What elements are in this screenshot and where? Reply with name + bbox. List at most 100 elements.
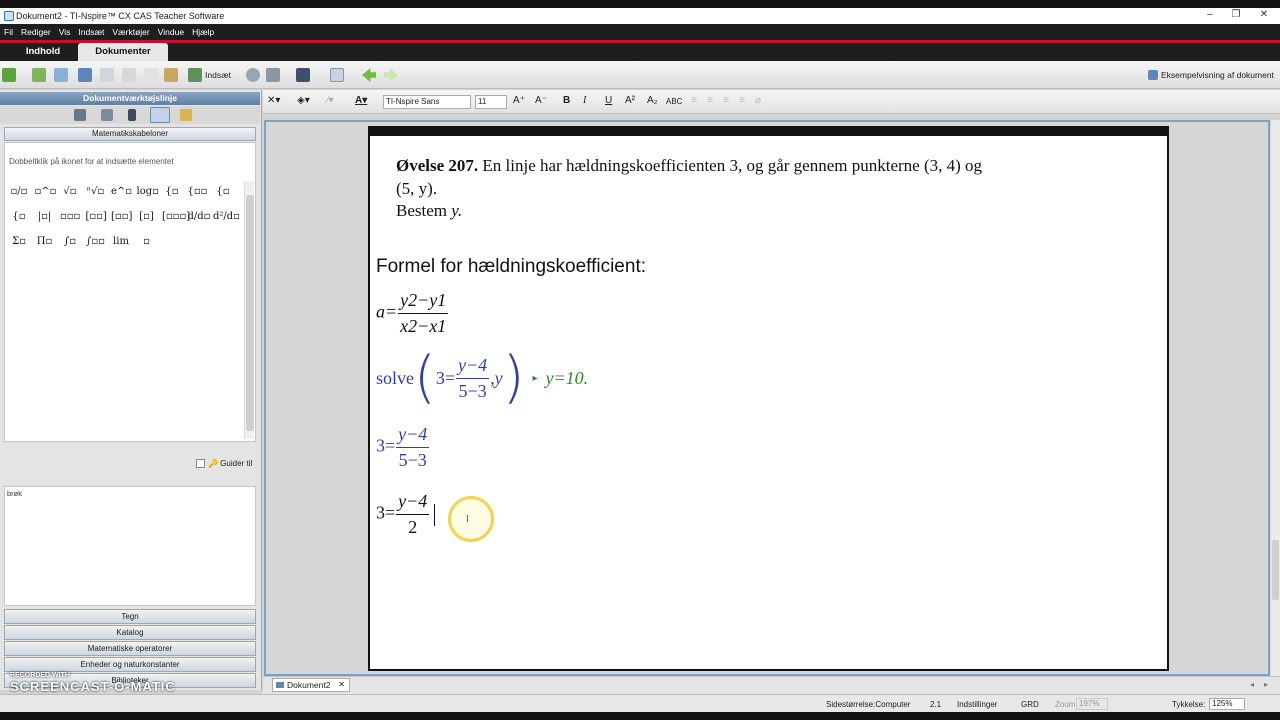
layout-icon[interactable]: [330, 68, 344, 82]
grow-font-icon[interactable]: A⁺: [513, 95, 525, 106]
template-icon[interactable]: [▫▫▫]: [162, 208, 190, 226]
template-icon[interactable]: ⁿ√▫: [86, 183, 106, 201]
template-icon[interactable]: Σ▫: [9, 233, 29, 251]
insert-label[interactable]: Indsæt: [205, 70, 231, 80]
text-color-icon[interactable]: A▾: [355, 95, 367, 106]
line-color-icon[interactable]: ⁄▾: [327, 95, 334, 106]
accordion-math-operators[interactable]: Matematiske operatorer: [4, 641, 256, 656]
insert-icon[interactable]: [188, 68, 202, 82]
close-button[interactable]: ✕: [1254, 9, 1274, 23]
preview-document-button[interactable]: Eksempelvisning af dokument: [1161, 70, 1274, 80]
bold-button[interactable]: B: [563, 95, 570, 106]
cut-icon[interactable]: [122, 68, 136, 82]
shrink-font-icon[interactable]: A⁻: [535, 95, 547, 106]
close-tab-icon[interactable]: ✕: [338, 679, 345, 691]
template-icon[interactable]: [▫▫]: [111, 208, 132, 226]
align-center-icon[interactable]: ≡: [707, 95, 713, 106]
document-scrollbar[interactable]: [1271, 120, 1280, 676]
save-icon[interactable]: [54, 68, 68, 82]
menu-rediger[interactable]: Rediger: [21, 27, 51, 37]
template-icon[interactable]: {▫: [9, 208, 29, 226]
template-icon[interactable]: ∫▫▫: [86, 233, 106, 251]
document-tab[interactable]: Dokument2 ✕: [272, 678, 350, 692]
template-icon[interactable]: {▫: [213, 183, 233, 201]
utilities-icon[interactable]: [150, 107, 170, 123]
template-icon[interactable]: Π▫: [35, 233, 55, 251]
template-icon[interactable]: √▫: [60, 183, 80, 201]
open-document-icon[interactable]: [32, 68, 46, 82]
font-select[interactable]: TI-Nspire Sans: [383, 95, 471, 109]
accordion-tegn[interactable]: Tegn: [4, 609, 256, 624]
menu-vindue[interactable]: Vindue: [158, 27, 184, 37]
redo-icon[interactable]: [100, 68, 114, 82]
justify-icon[interactable]: ≡: [739, 95, 745, 106]
thickness-select[interactable]: 125%: [1209, 698, 1246, 710]
template-icon[interactable]: [▫▫]: [86, 208, 107, 226]
template-icon[interactable]: d/d▫: [188, 208, 211, 226]
calculator-icon[interactable]: [246, 68, 260, 82]
settings-status[interactable]: Indstillinger: [957, 700, 997, 709]
forward-arrow-icon[interactable]: [384, 68, 398, 82]
menu-hjaelp[interactable]: Hjælp: [192, 27, 214, 37]
template-icon[interactable]: ∫▫: [60, 233, 80, 251]
template-icon[interactable]: ▫/▫: [9, 183, 29, 201]
maximize-button[interactable]: ❐: [1226, 9, 1246, 23]
screen-capture-icon[interactable]: [266, 68, 280, 82]
menu-indsaet[interactable]: Indsæt: [78, 27, 104, 37]
tools-dropdown-icon[interactable]: ✕▾: [267, 95, 280, 106]
paste-icon[interactable]: [164, 68, 178, 82]
template-icon[interactable]: ▫: [137, 233, 157, 251]
accordion-katalog[interactable]: Katalog: [4, 625, 256, 640]
guides-checkbox[interactable]: [196, 459, 205, 469]
tab-scroll-left-icon[interactable]: ◂: [1250, 680, 1254, 689]
fill-color-icon[interactable]: ◈▾: [297, 95, 310, 106]
page-sorter-icon[interactable]: [101, 109, 113, 121]
undo-icon[interactable]: [78, 68, 92, 82]
guides-toggle[interactable]: 🔑 Guider til: [196, 459, 252, 469]
template-icon[interactable]: log▫: [137, 183, 159, 201]
tab-scroll-right-icon[interactable]: ▸: [1264, 680, 1268, 689]
subscript-icon[interactable]: A₂: [647, 95, 658, 106]
app-icon: [4, 11, 14, 21]
underline-button[interactable]: U: [605, 95, 612, 106]
zoom-select[interactable]: 197%: [1076, 698, 1109, 710]
solve-expression[interactable]: solve ( 3= y−4 5−3 ,y ) ▸ y=10.: [376, 350, 588, 406]
font-size-select[interactable]: 11: [475, 95, 507, 109]
accordion-units[interactable]: Enheder og naturkonstanter: [4, 657, 256, 672]
tools-icon[interactable]: [74, 109, 86, 121]
transfer-icon[interactable]: [296, 68, 310, 82]
content-explorer-icon[interactable]: [180, 109, 192, 121]
handheld-icon[interactable]: [128, 109, 136, 121]
align-right-icon[interactable]: ≡: [723, 95, 729, 106]
math-templates-header[interactable]: Matematikskabeloner: [4, 127, 256, 141]
templates-scrollbar[interactable]: [244, 181, 254, 439]
template-icon[interactable]: [▫]: [137, 208, 157, 226]
caps-button[interactable]: ABC: [666, 97, 682, 106]
template-icon[interactable]: lim: [111, 233, 131, 251]
back-arrow-icon[interactable]: [362, 68, 376, 82]
menu-vis[interactable]: Vis: [59, 27, 71, 37]
equation-1[interactable]: 3= y−4 5−3: [376, 424, 430, 471]
tab-indhold[interactable]: Indhold: [12, 43, 74, 61]
menu-vaerktoejer[interactable]: Værktøjer: [112, 27, 149, 37]
tab-dokumenter[interactable]: Dokumenter: [78, 43, 168, 61]
eq1-numerator: y−4: [396, 424, 430, 448]
template-icon[interactable]: ▫^▫: [35, 183, 57, 201]
template-icon[interactable]: {▫: [162, 183, 182, 201]
eraser-icon[interactable]: ⌀: [755, 95, 761, 106]
copy-icon[interactable]: [144, 68, 158, 82]
align-left-icon[interactable]: ≡: [691, 95, 697, 106]
template-icon[interactable]: ▫▫▫: [60, 208, 80, 226]
template-icon[interactable]: |▫|: [35, 208, 55, 226]
page-size-status[interactable]: Sidestørrelse:Computer: [826, 700, 910, 709]
template-icon[interactable]: d²/d▫: [213, 208, 240, 226]
menu-fil[interactable]: Fil: [4, 27, 13, 37]
new-document-icon[interactable]: [2, 68, 16, 82]
equation-2[interactable]: 3= y−4 2: [376, 491, 436, 538]
minimize-button[interactable]: –: [1200, 9, 1220, 23]
template-icon[interactable]: e^▫: [111, 183, 132, 201]
italic-button[interactable]: I: [583, 95, 586, 106]
template-icon[interactable]: {▫▫: [188, 183, 208, 201]
superscript-icon[interactable]: A²: [625, 95, 635, 106]
angle-mode-status[interactable]: GRD: [1021, 700, 1039, 709]
